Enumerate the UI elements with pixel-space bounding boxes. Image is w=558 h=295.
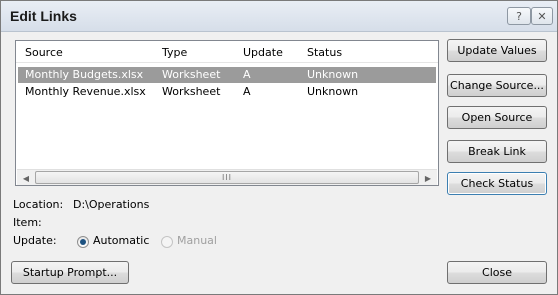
scroll-right-icon[interactable]: ▶ — [421, 172, 435, 184]
horizontal-scrollbar[interactable]: ◀ III ▶ — [17, 169, 437, 185]
row-update: A — [243, 85, 251, 98]
dialog-title: Edit Links — [10, 8, 77, 24]
column-header-type[interactable]: Type — [162, 46, 187, 59]
change-source-button[interactable]: Change Source... — [447, 74, 547, 97]
grip-icon: III — [221, 173, 233, 182]
row-source: Monthly Revenue.xlsx — [25, 85, 146, 98]
startup-prompt-button[interactable]: Startup Prompt... — [11, 261, 129, 284]
row-type: Worksheet — [162, 85, 221, 98]
row-status: Unknown — [307, 68, 359, 81]
row-type: Worksheet — [162, 68, 221, 81]
open-source-button[interactable]: Open Source — [447, 106, 547, 129]
location-label: Location: — [13, 198, 64, 211]
manual-radio-label: Manual — [177, 234, 217, 247]
title-bar: Edit Links ? ✕ — [1, 1, 557, 32]
item-label: Item: — [13, 216, 42, 229]
automatic-radio[interactable] — [77, 236, 89, 248]
break-link-button[interactable]: Break Link — [447, 140, 547, 163]
check-status-button[interactable]: Check Status — [447, 172, 547, 195]
update-label: Update: — [13, 234, 57, 247]
links-list[interactable]: Source Type Update Status Monthly Budget… — [15, 40, 439, 186]
help-icon: ? — [516, 9, 522, 23]
automatic-radio-label[interactable]: Automatic — [93, 234, 149, 247]
column-header-status[interactable]: Status — [307, 46, 342, 59]
table-row[interactable]: Monthly Budgets.xlsx Worksheet A Unknown — [18, 67, 436, 83]
location-value: D:\Operations — [73, 198, 150, 211]
scroll-left-icon[interactable]: ◀ — [19, 172, 33, 184]
update-values-button[interactable]: Update Values — [447, 39, 547, 62]
row-status: Unknown — [307, 85, 359, 98]
close-button[interactable]: Close — [447, 261, 547, 284]
table-row[interactable]: Monthly Revenue.xlsx Worksheet A Unknown — [18, 84, 436, 100]
column-header-source[interactable]: Source — [25, 46, 63, 59]
help-button[interactable]: ? — [507, 7, 531, 25]
row-update: A — [243, 68, 251, 81]
scrollbar-thumb[interactable]: III — [35, 171, 419, 184]
close-window-button[interactable]: ✕ — [531, 7, 553, 25]
list-header: Source Type Update Status — [16, 41, 438, 63]
manual-radio[interactable] — [161, 236, 173, 248]
row-source: Monthly Budgets.xlsx — [25, 68, 144, 81]
edit-links-dialog: Edit Links ? ✕ Source Type Update Status… — [0, 0, 558, 295]
column-header-update[interactable]: Update — [243, 46, 283, 59]
close-icon: ✕ — [537, 9, 547, 23]
